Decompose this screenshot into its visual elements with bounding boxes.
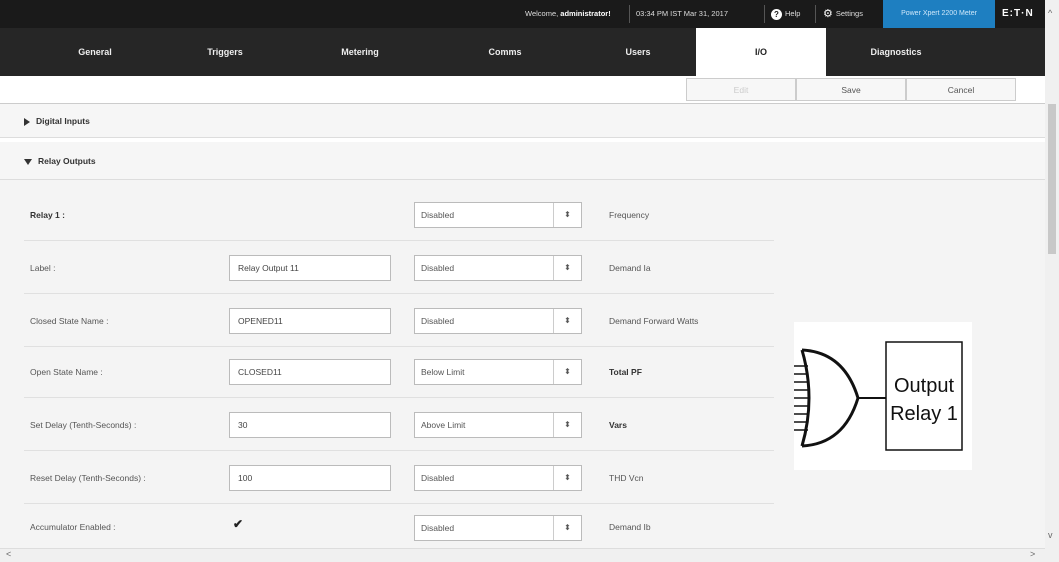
- tab-triggers[interactable]: Triggers: [160, 28, 290, 76]
- closed-state-label: Closed State Name :: [30, 316, 109, 326]
- set-delay-input[interactable]: [229, 412, 391, 438]
- updown-arrow-icon: ⬍: [553, 413, 581, 437]
- condition-select-6[interactable]: Disabled ⬍: [414, 465, 582, 491]
- open-state-label: Open State Name :: [30, 367, 103, 377]
- updown-arrow-icon: ⬍: [553, 309, 581, 333]
- eaton-logo: E:T·N: [1002, 8, 1034, 19]
- toolbar: Edit Save Cancel: [0, 76, 1045, 104]
- tab-users[interactable]: Users: [580, 28, 696, 76]
- updown-arrow-icon: ⬍: [553, 256, 581, 280]
- scroll-right-icon[interactable]: >: [1030, 549, 1035, 559]
- main-nav: General Triggers Metering Comms Users I/…: [0, 28, 1045, 76]
- datetime: 03:34 PM IST Mar 31, 2017: [636, 9, 728, 18]
- tab-metering[interactable]: Metering: [290, 28, 430, 76]
- help-icon: ?: [771, 8, 782, 20]
- settings-link[interactable]: ⚙ Settings: [823, 0, 863, 28]
- username: administrator!: [560, 9, 611, 18]
- condition-param-5: Vars: [609, 420, 627, 430]
- open-state-input[interactable]: [229, 359, 391, 385]
- gear-icon: ⚙: [823, 8, 833, 21]
- relay-output-panel: Relay 1 : Disabled ⬍ Frequency Label : D…: [0, 180, 1045, 548]
- cancel-button[interactable]: Cancel: [906, 78, 1016, 101]
- reset-delay-label: Reset Delay (Tenth-Seconds) :: [30, 473, 146, 483]
- updown-arrow-icon: ⬍: [553, 360, 581, 384]
- condition-param-2: Demand Ia: [609, 263, 651, 273]
- tab-io[interactable]: I/O: [696, 28, 826, 76]
- welcome-text: Welcome, administrator!: [525, 9, 611, 18]
- relay-title: Relay 1 :: [30, 210, 65, 220]
- or-gate-diagram: Output Relay 1: [794, 341, 963, 451]
- condition-param-4: Total PF: [609, 367, 642, 377]
- condition-param-3: Demand Forward Watts: [609, 316, 699, 326]
- updown-arrow-icon: ⬍: [553, 466, 581, 490]
- horizontal-scrollbar[interactable]: < >: [0, 548, 1045, 562]
- device-button[interactable]: Power Xpert 2200 Meter: [883, 0, 995, 28]
- reset-delay-input[interactable]: [229, 465, 391, 491]
- scroll-down-icon[interactable]: v: [1048, 530, 1053, 540]
- closed-state-input[interactable]: [229, 308, 391, 334]
- diagram-label-output: Output: [894, 375, 954, 397]
- expand-icon: [24, 117, 30, 126]
- relay-logic-diagram: Output Relay 1: [794, 322, 972, 470]
- help-link[interactable]: ? Help: [771, 0, 800, 28]
- tab-general[interactable]: General: [30, 28, 160, 76]
- section-digital-inputs[interactable]: Digital Inputs: [0, 104, 1045, 138]
- edit-button[interactable]: Edit: [686, 78, 796, 101]
- condition-param-7: Demand Ib: [609, 522, 651, 532]
- tab-comms[interactable]: Comms: [430, 28, 580, 76]
- condition-select-3[interactable]: Disabled ⬍: [414, 308, 582, 334]
- condition-select-7[interactable]: Disabled ⬍: [414, 515, 582, 541]
- condition-select-2[interactable]: Disabled ⬍: [414, 255, 582, 281]
- section-relay-outputs[interactable]: Relay Outputs: [0, 142, 1045, 180]
- scroll-left-icon[interactable]: <: [6, 549, 11, 559]
- tab-diagnostics[interactable]: Diagnostics: [826, 28, 966, 76]
- scrollbar-thumb[interactable]: [1048, 104, 1056, 254]
- condition-param-6: THD Vcn: [609, 473, 644, 483]
- diagram-label-relay: Relay 1: [890, 403, 958, 425]
- collapse-icon: [24, 158, 32, 165]
- condition-select-4[interactable]: Below Limit ⬍: [414, 359, 582, 385]
- condition-select-5[interactable]: Above Limit ⬍: [414, 412, 582, 438]
- label-input[interactable]: [229, 255, 391, 281]
- set-delay-label: Set Delay (Tenth-Seconds) :: [30, 420, 137, 430]
- save-button[interactable]: Save: [796, 78, 906, 101]
- scroll-up-icon[interactable]: ^: [1048, 8, 1052, 18]
- accumulator-label: Accumulator Enabled :: [30, 522, 116, 532]
- updown-arrow-icon: ⬍: [553, 516, 581, 540]
- condition-select-1[interactable]: Disabled ⬍: [414, 202, 582, 228]
- condition-param-1: Frequency: [609, 210, 650, 220]
- vertical-scrollbar[interactable]: ^ v: [1045, 0, 1059, 562]
- checkmark-icon[interactable]: ✔: [233, 517, 243, 531]
- top-bar: Welcome, administrator! 03:34 PM IST Mar…: [0, 0, 1045, 28]
- label-label: Label :: [30, 263, 56, 273]
- updown-arrow-icon: ⬍: [553, 203, 581, 227]
